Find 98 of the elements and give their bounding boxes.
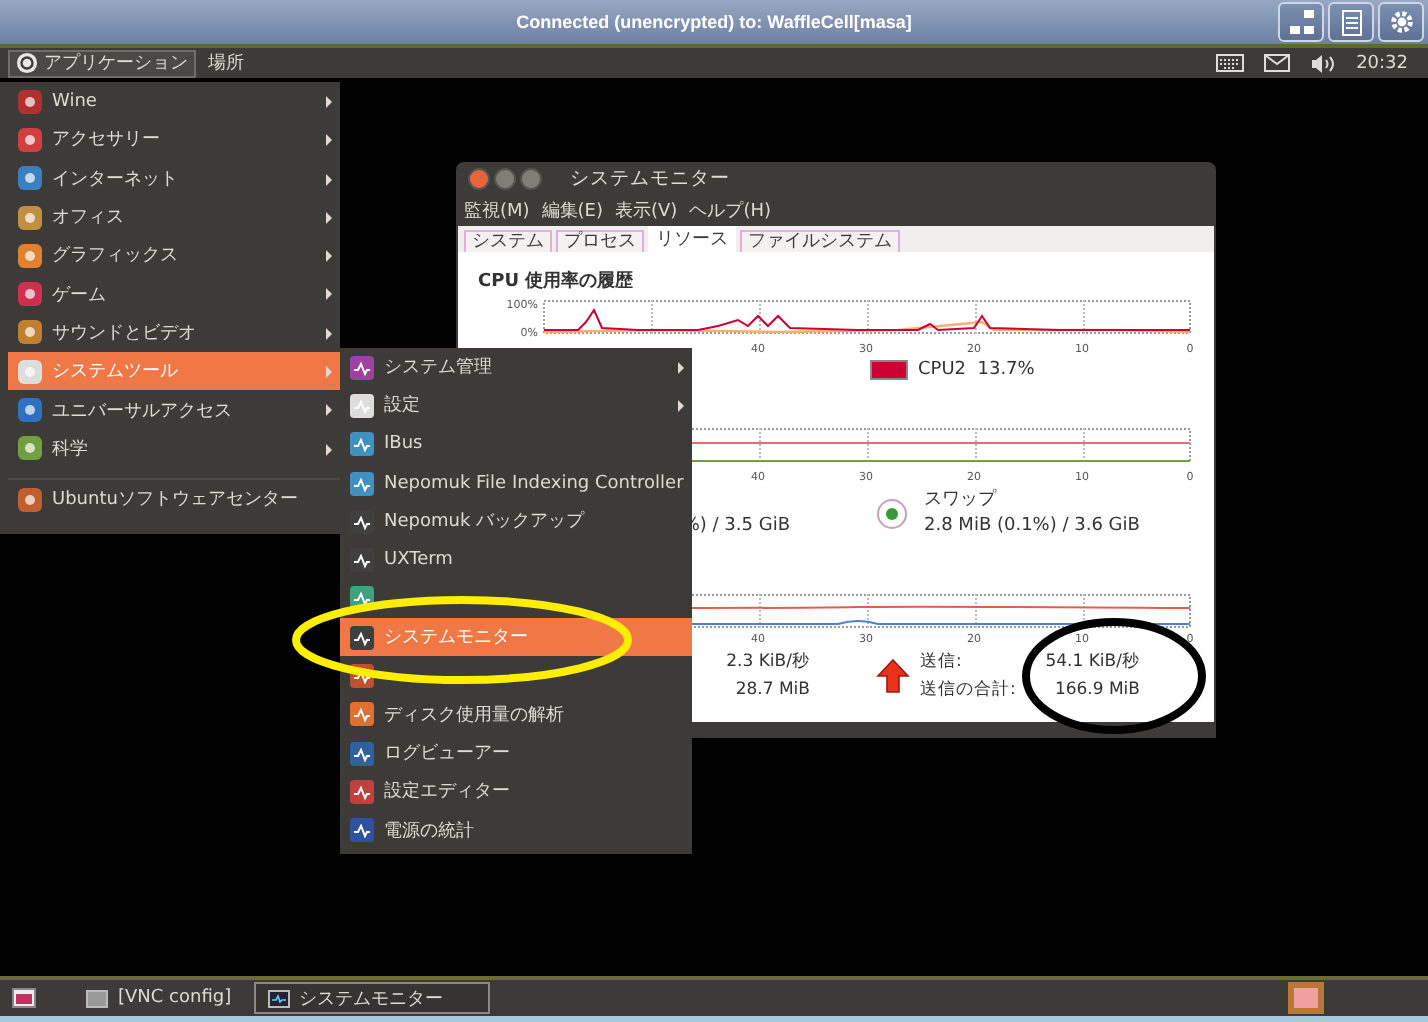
app-icon [16, 203, 44, 232]
app-icon [348, 430, 376, 459]
maximize-button[interactable] [520, 168, 542, 190]
minimize-button[interactable] [494, 168, 516, 190]
tab[interactable]: リソース [648, 226, 736, 252]
menu-item[interactable]: 表示(V) [615, 198, 678, 224]
sent-total-label: 送信の合計: [920, 677, 1018, 704]
menu-item[interactable]: UXTerm [340, 540, 692, 580]
swap-value: 2.8 MiB (0.1%) / 3.6 GiB [924, 514, 1140, 540]
menu-item[interactable]: ヘルプ(H) [689, 198, 771, 224]
gear-icon [1387, 8, 1415, 36]
menu-item[interactable]: 監視(M) [464, 198, 530, 224]
layout-icon [1287, 8, 1315, 36]
menu-item[interactable]: 設定エディター [340, 772, 692, 812]
menu-item[interactable]: IBus [340, 425, 692, 464]
app-icon [348, 469, 376, 498]
app-icon [16, 357, 44, 386]
up-arrow-icon[interactable] [876, 658, 910, 694]
menu-item[interactable]: 科学 [8, 429, 340, 468]
app-icon [16, 280, 44, 309]
tab[interactable]: システム [464, 230, 552, 252]
app-icon [16, 125, 44, 154]
menu-item[interactable]: ゲーム [8, 274, 340, 314]
app-icon [348, 623, 376, 652]
clipboard-button[interactable] [1328, 2, 1374, 42]
app-icon [16, 396, 44, 425]
app-icon [16, 241, 44, 270]
sent-label: 送信: [920, 650, 964, 676]
menu-item[interactable]: ログビューアー [340, 733, 692, 773]
menu-item[interactable]: 電源の統計 [340, 811, 692, 850]
submenu-arrow-icon [326, 404, 332, 417]
panel-menu[interactable]: 場所 [200, 49, 252, 77]
window-title: システムモニター [570, 166, 730, 192]
clipboard-icon [1337, 8, 1365, 36]
taskbar-button[interactable]: システムモニター [253, 982, 490, 1014]
tab[interactable]: プロセス [556, 230, 644, 252]
swap-color-icon[interactable] [876, 498, 908, 530]
app-icon [16, 87, 44, 116]
app-icon [348, 777, 376, 806]
app-icon [348, 700, 376, 729]
legend-label: CPU2 13.7% [918, 360, 1035, 380]
app-icon [348, 353, 376, 382]
menu-item[interactable]: Ubuntuソフトウェアセンター [8, 477, 340, 519]
app-icon [16, 434, 44, 463]
mail-icon[interactable] [1264, 54, 1291, 72]
submenu-arrow-icon [326, 443, 332, 456]
menu-item[interactable]: インターネット [8, 159, 340, 198]
taskbar-button[interactable]: [VNC config] [72, 982, 246, 1014]
tab[interactable]: ファイルシステム [740, 230, 900, 252]
menu-item[interactable]: Wine [8, 82, 340, 121]
app-icon [16, 164, 44, 193]
close-button[interactable] [468, 168, 490, 190]
menu-item[interactable]: 設定 [340, 386, 692, 426]
app-icon [348, 546, 376, 575]
menu-item[interactable]: Nepomuk バックアップ [340, 502, 692, 541]
show-desktop-icon[interactable] [12, 988, 36, 1008]
app-icon [16, 318, 44, 347]
window-title: Connected (unencrypted) to: WaffleCell[masa] [516, 12, 912, 32]
menu-item[interactable]: ディスク使用量の解析 [340, 695, 692, 734]
panel-menu[interactable]: アプリケーション [8, 49, 196, 77]
submenu-arrow-icon [326, 327, 332, 340]
submenu-arrow-icon [326, 96, 332, 108]
app-icon [348, 739, 376, 768]
layout-button[interactable] [1278, 2, 1324, 42]
menu-item[interactable]: システム管理 [340, 348, 692, 387]
app-icon [348, 507, 376, 536]
menu-item[interactable]: グラフィックス [8, 236, 340, 275]
app-icon [16, 485, 44, 514]
sent-total: 166.9 MiB [1054, 678, 1140, 704]
submenu-arrow-icon [326, 288, 332, 301]
sent-rate: 54.1 KiB/秒 [1045, 650, 1140, 676]
workspace-switcher[interactable] [1288, 982, 1324, 1014]
settings-button[interactable] [1378, 2, 1424, 42]
submenu-arrow-icon [678, 400, 684, 413]
submenu-arrow-icon [678, 362, 684, 374]
monitor-icon [267, 989, 290, 1007]
volume-icon[interactable] [1310, 53, 1337, 73]
color-swatch[interactable] [870, 360, 908, 380]
menu-item[interactable]: サウンドとビデオ [8, 313, 340, 353]
menu-item[interactable]: ユニバーサルアクセス [8, 390, 340, 430]
clock[interactable]: 20:32 [1356, 53, 1408, 73]
menu-item[interactable]: Nepomuk File Indexing Controller [340, 463, 692, 503]
section-heading: CPU 使用率の履歴 [476, 268, 636, 296]
submenu-arrow-icon [326, 173, 332, 186]
received-total: 28.7 MiB [735, 678, 810, 704]
keyboard-icon[interactable] [1216, 54, 1245, 72]
swap-label: スワップ [924, 488, 999, 514]
window-icon [86, 989, 108, 1007]
menu-item[interactable]: アクセサリー [8, 120, 340, 160]
submenu-arrow-icon [326, 250, 332, 263]
menu-item[interactable]: 編集(E) [541, 198, 604, 224]
submenu-arrow-icon [326, 134, 332, 147]
submenu-arrow-icon [326, 211, 332, 224]
app-icon [348, 816, 376, 845]
submenu-arrow-icon [326, 366, 332, 379]
menu-item[interactable]: オフィス [8, 197, 340, 237]
received-rate: 2.3 KiB/秒 [726, 650, 810, 676]
app-icon [348, 391, 376, 420]
